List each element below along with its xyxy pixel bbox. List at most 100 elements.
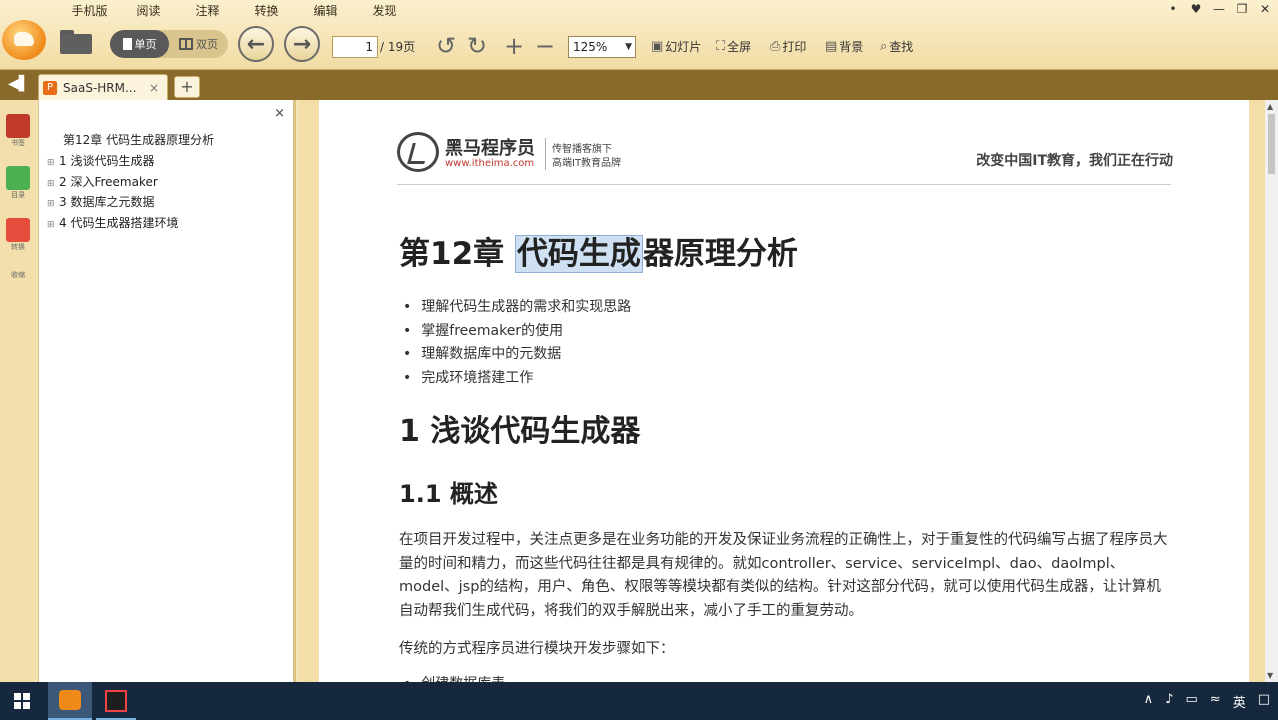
maximize-button[interactable]: ❐ bbox=[1235, 1, 1249, 17]
document-viewport[interactable]: 黑马程序员 www.itheima.com 传智播客旗下 高端IT教育品牌 改变… bbox=[299, 100, 1265, 682]
header-slogan: 改变中国IT教育，我们正在行动 bbox=[976, 153, 1173, 169]
input-method[interactable]: 英 bbox=[1233, 692, 1246, 711]
open-folder-icon[interactable] bbox=[60, 28, 94, 54]
find-label: 查找 bbox=[889, 40, 914, 54]
zoom-value: 125% bbox=[573, 40, 608, 54]
background-icon: ▤ bbox=[825, 39, 838, 54]
chapter-title-suffix: 器原理分析 bbox=[642, 236, 798, 272]
zoom-select[interactable]: 125% ▼ bbox=[568, 36, 636, 58]
pdf-icon: P bbox=[43, 80, 57, 95]
forward-arrow-icon[interactable]: → bbox=[284, 26, 320, 62]
selected-text[interactable]: 代码生成 bbox=[514, 235, 643, 273]
menu-edit[interactable]: 编辑 bbox=[296, 2, 355, 20]
page-number-input[interactable]: 1 bbox=[332, 36, 378, 58]
outline-item[interactable]: ⊞ 4 代码生成器搭建环境 bbox=[47, 214, 178, 231]
chevron-down-icon: ▼ bbox=[625, 42, 632, 52]
expand-icon[interactable]: ⊞ bbox=[47, 199, 57, 209]
start-icon[interactable] bbox=[14, 693, 30, 709]
collapse-panel-icon[interactable]: ◀▌ bbox=[8, 76, 30, 92]
new-tab-button[interactable]: + bbox=[174, 76, 200, 98]
tray-expand-icon[interactable]: ∧ bbox=[1144, 692, 1154, 711]
page-total: / 19页 bbox=[380, 40, 416, 54]
page-icon bbox=[122, 38, 132, 50]
double-page-label: 双页 bbox=[196, 38, 218, 51]
close-button[interactable]: ✕ bbox=[1258, 1, 1272, 17]
toolbar: 手机版 阅读 注释 转换 编辑 发现 • ♥ — ❐ ✕ 单页 双页 ← → 1… bbox=[0, 0, 1278, 70]
menu-discover[interactable]: 发现 bbox=[355, 2, 414, 20]
brand-name: 黑马程序员 bbox=[445, 138, 535, 159]
skin-icon[interactable]: • bbox=[1166, 1, 1180, 17]
single-page-label: 单页 bbox=[134, 38, 157, 51]
menu-annotate[interactable]: 注释 bbox=[178, 2, 237, 20]
network-icon[interactable]: ≈ bbox=[1210, 692, 1221, 711]
document-page: 黑马程序员 www.itheima.com 传智播客旗下 高端IT教育品牌 改变… bbox=[319, 100, 1249, 682]
outline-panel: × 第12章 代码生成器原理分析 ⊞ 1 浅谈代码生成器 ⊞ 2 深入Freemak… bbox=[38, 100, 296, 682]
brand-url: www.itheima.com bbox=[445, 158, 535, 169]
notification-icon[interactable]: □ bbox=[1258, 692, 1270, 711]
list-item: 理解代码生成器的需求和实现思路 bbox=[419, 296, 631, 320]
find-button[interactable]: ⌕ 查找 bbox=[880, 38, 913, 55]
tab-document[interactable]: P SaaS-HRM... × bbox=[38, 74, 168, 100]
double-page-icon bbox=[179, 38, 193, 50]
zoom-out-icon[interactable]: − bbox=[535, 32, 555, 60]
list-item: 掌握freemaker的使用 bbox=[419, 320, 631, 344]
body-paragraph-2: 传统的方式程序员进行模块开发步骤如下： bbox=[399, 641, 675, 657]
expand-icon[interactable]: ⊞ bbox=[47, 158, 57, 168]
outline-item-label: 4 代码生成器搭建环境 bbox=[59, 216, 179, 230]
search-icon: ⌕ bbox=[880, 39, 888, 54]
taskbar-ide[interactable] bbox=[96, 682, 136, 720]
print-label: 打印 bbox=[782, 40, 807, 54]
single-page-button[interactable]: 单页 bbox=[110, 30, 169, 58]
brand-tagline-1: 传智播客旗下 bbox=[552, 144, 612, 155]
favorite-icon[interactable]: ♥ bbox=[1189, 1, 1203, 17]
scroll-up-icon[interactable]: ▲ bbox=[1267, 102, 1273, 111]
outline-root[interactable]: 第12章 代码生成器原理分析 bbox=[63, 131, 214, 148]
battery-icon[interactable]: ▭ bbox=[1185, 692, 1197, 711]
tab-title: SaaS-HRM... bbox=[63, 80, 137, 95]
brand-tagline-2: 高端IT教育品牌 bbox=[552, 158, 622, 169]
collapse-button[interactable]: 收缩 bbox=[4, 270, 32, 280]
back-arrow-icon[interactable]: ← bbox=[238, 26, 274, 62]
vertical-scrollbar[interactable]: ▲ ▼ bbox=[1265, 100, 1278, 682]
outline-button[interactable]: 目录 bbox=[4, 166, 32, 200]
tab-close-icon[interactable]: × bbox=[149, 81, 159, 95]
chapter-title: 第12章 代码生成器原理分析 bbox=[399, 228, 798, 273]
minimize-button[interactable]: — bbox=[1212, 1, 1226, 17]
menu-mobile[interactable]: 手机版 bbox=[60, 2, 119, 20]
zoom-in-icon[interactable]: + bbox=[504, 32, 524, 60]
print-button[interactable]: ⎙ 打印 bbox=[770, 38, 806, 55]
app-logo-icon[interactable] bbox=[2, 20, 46, 60]
section-heading: 1 浅谈代码生成器 bbox=[399, 414, 641, 449]
convert-label: 转换 bbox=[11, 243, 25, 251]
rotate-right-icon[interactable]: ↻ bbox=[467, 32, 487, 60]
menu-bar: 手机版 阅读 注释 转换 编辑 发现 bbox=[60, 2, 414, 20]
menu-convert[interactable]: 转换 bbox=[237, 2, 296, 20]
outline-item[interactable]: ⊞ 3 数据库之元数据 bbox=[47, 193, 154, 210]
fullscreen-button[interactable]: ⛶ 全屏 bbox=[716, 38, 751, 55]
objectives-list: 理解代码生成器的需求和实现思路 掌握freemaker的使用 理解数据库中的元数… bbox=[419, 296, 631, 390]
list-item: 完成环境搭建工作 bbox=[419, 367, 631, 391]
double-page-button[interactable]: 双页 bbox=[169, 30, 228, 58]
slideshow-label: 幻灯片 bbox=[665, 40, 702, 54]
convert-button[interactable]: 转换 bbox=[4, 218, 32, 252]
close-icon[interactable]: × bbox=[274, 106, 285, 121]
menu-read[interactable]: 阅读 bbox=[119, 2, 178, 20]
taskbar-pdf-reader[interactable] bbox=[48, 682, 92, 720]
background-button[interactable]: ▤ 背景 bbox=[825, 38, 863, 55]
scroll-down-icon[interactable]: ▼ bbox=[1267, 671, 1273, 680]
slideshow-button[interactable]: ▣ 幻灯片 bbox=[651, 38, 701, 55]
list-item: 创建数据库表 bbox=[419, 673, 505, 682]
volume-icon[interactable]: ♪ bbox=[1165, 692, 1173, 711]
outline-item[interactable]: ⊞ 1 浅谈代码生成器 bbox=[47, 152, 154, 169]
rotate-left-icon[interactable]: ↺ bbox=[436, 32, 456, 60]
expand-icon[interactable]: ⊞ bbox=[47, 179, 57, 189]
outline-item[interactable]: ⊞ 2 深入Freemaker bbox=[47, 173, 158, 190]
outline-icon bbox=[6, 166, 30, 190]
scrollbar-thumb[interactable] bbox=[1268, 114, 1275, 174]
side-rail: 书签 目录 转换 收缩 bbox=[0, 100, 36, 682]
outline-item-label: 2 深入Freemaker bbox=[59, 175, 158, 189]
expand-icon[interactable]: ⊞ bbox=[47, 220, 57, 230]
bookmarks-button[interactable]: 书签 bbox=[4, 114, 32, 148]
bookmark-icon bbox=[6, 114, 30, 138]
bookmarks-label: 书签 bbox=[11, 139, 25, 147]
